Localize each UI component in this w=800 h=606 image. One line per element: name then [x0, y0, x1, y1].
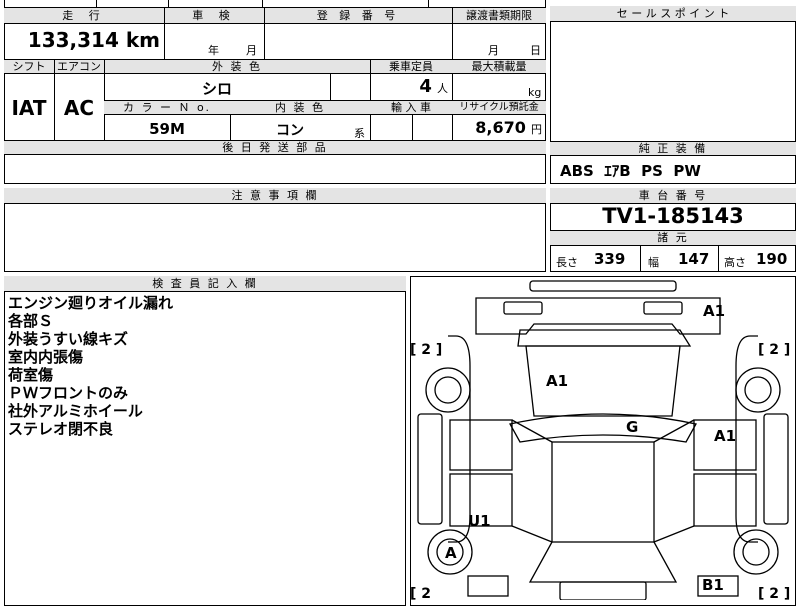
- inspector-note: 室内内張傷: [8, 348, 84, 366]
- rear-right-wheel: [733, 529, 779, 575]
- tire-score-front-left: [ 2 ]: [410, 342, 442, 358]
- transfer-day: 日: [530, 44, 541, 57]
- inspector-note: ＰＷフロントのみ: [8, 384, 129, 402]
- recycle-header: リサイクル預託金: [459, 102, 539, 113]
- interior-color-suffix: 系: [354, 127, 365, 140]
- inspector-note: 社外アルミホイール: [8, 402, 143, 420]
- hood-outline: [475, 297, 721, 335]
- front-left-wheel: [425, 367, 471, 413]
- mileage-value: 133,314 km: [27, 28, 160, 52]
- standard-equipment-header: 純 正 装 備: [638, 142, 708, 155]
- shift-header: シフト: [12, 60, 46, 73]
- mark-left-rear-wheel: A: [445, 544, 457, 562]
- inspector-note: 荷室傷: [8, 366, 54, 384]
- sales-point-header: セ ー ル ス ポ イ ン ト: [616, 7, 730, 20]
- roof-outline: [509, 413, 697, 443]
- chassis-number-header: 車 台 番 号: [638, 189, 708, 202]
- color-no-value: 59M: [149, 120, 185, 138]
- tire-score-rear-left: [ 2: [410, 586, 431, 600]
- height-label: 高さ: [724, 256, 746, 269]
- mark-hood: A1: [546, 372, 568, 390]
- height-value: 190: [756, 250, 788, 268]
- inspector-note: ステレオ閉不良: [8, 420, 114, 438]
- ac-value: AC: [63, 96, 95, 120]
- mark-rear-right: B1: [702, 576, 724, 594]
- shift-value: IAT: [11, 96, 47, 120]
- shaken-header: 車 検: [192, 9, 236, 22]
- tire-score-front-right: [ 2 ]: [758, 342, 790, 358]
- standard-equipment-value: ABS ｴｱB PS PW: [560, 162, 701, 180]
- ac-header: エアコン: [57, 60, 101, 73]
- shaken-year: 年: [208, 44, 219, 57]
- inspector-notes-list: エンジン廻りオイル漏れ 各部Ｓ 外装うすい線キズ 室内内張傷 荷室傷 ＰＷフロン…: [8, 294, 398, 438]
- mark-roof: G: [626, 418, 638, 436]
- vehicle-damage-diagram: A1 A1 G A1 U1 A B1 [ 2 ] [ 2 ] [ 2 [ 2 ]: [410, 280, 790, 600]
- plate-header: 登 録 番 号: [316, 9, 400, 22]
- width-value: 147: [678, 250, 710, 268]
- roof-panel: [551, 441, 655, 543]
- capacity-value: 4 人: [419, 76, 448, 97]
- front-bumper-outline: [529, 280, 677, 292]
- mark-left-rear: U1: [468, 512, 491, 530]
- later-parts-header: 後 日 発 送 部 品: [222, 141, 328, 154]
- inspector-note: 外装うすい線キズ: [8, 330, 129, 348]
- front-right-wheel: [735, 367, 781, 413]
- transfer-deadline-header: 譲渡書類期限: [466, 9, 532, 22]
- capacity-header: 乗車定員: [389, 60, 433, 73]
- inspector-notes-header: 検 査 員 記 入 欄: [152, 277, 258, 290]
- top-cutoff-row: [4, 0, 546, 8]
- spec-header: 諸 元: [657, 231, 689, 244]
- length-value: 339: [594, 250, 626, 268]
- exterior-color-header: 外 装 色: [212, 60, 262, 73]
- mark-front-right-corner: A1: [703, 302, 725, 320]
- sales-point-panel: [550, 6, 796, 184]
- caution-header: 注 意 事 項 欄: [231, 189, 319, 202]
- interior-color-header: 内 装 色: [275, 101, 325, 114]
- interior-color-value: コン: [276, 123, 304, 139]
- inspector-note: エンジン廻りオイル漏れ: [8, 294, 174, 312]
- import-header: 輸 入 車: [391, 101, 431, 114]
- mark-right-side: A1: [714, 427, 736, 445]
- mileage-header: 走 行: [62, 9, 106, 22]
- transfer-month: 月: [488, 44, 499, 57]
- chassis-number-value: TV1-185143: [602, 204, 744, 228]
- exterior-color-value: シロ: [201, 80, 232, 98]
- max-load-header: 最大積載量: [471, 60, 527, 73]
- length-label: 長さ: [556, 256, 578, 269]
- color-no-header: カ ラ ー Ｎ o.: [122, 101, 212, 114]
- max-load-unit: kg: [528, 86, 542, 99]
- inspector-note: 各部Ｓ: [8, 312, 54, 330]
- recycle-value: 8,670 円: [475, 118, 542, 137]
- shaken-month: 月: [246, 44, 257, 57]
- width-label: 幅: [648, 256, 659, 269]
- tire-score-rear-right: [ 2 ]: [758, 586, 790, 600]
